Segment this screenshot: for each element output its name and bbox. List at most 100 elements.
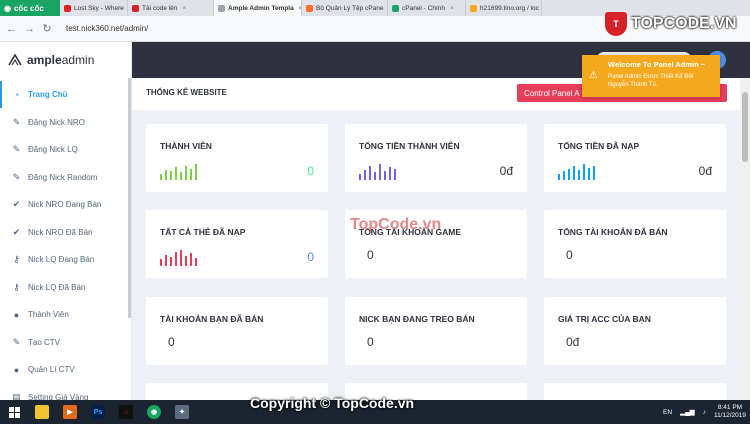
sidebar-item[interactable]: ▤ Setting Giá Vàng xyxy=(0,384,131,401)
tab-favicon-icon xyxy=(64,4,71,12)
sparkline-bar xyxy=(583,164,585,180)
sparkline-bar xyxy=(573,165,575,180)
taskbar-tool[interactable]: ✦ xyxy=(168,400,196,424)
tab-label: Ample Admin Templa xyxy=(228,4,294,12)
topcode-watermark: T TOPCODE.VN xyxy=(605,11,745,37)
sidebar-item[interactable]: ✔ Nick NRO Đang Bán xyxy=(0,191,131,218)
sparkline-bar xyxy=(195,258,197,266)
sidebar-item-label: Thành Viên xyxy=(28,310,69,319)
browser-tab[interactable]: cPanel - Chính × xyxy=(388,0,466,16)
stat-card: TỔNG TÀI KHOẢN ĐÃ BÁN 0 xyxy=(544,210,726,278)
coccoc-icon: ◉ xyxy=(147,405,161,419)
tab-strip: Lost Sky - Where×Tải code lên×Ample Admi… xyxy=(60,0,542,16)
stat-card-value: 0 xyxy=(307,250,314,264)
stat-card-value: 0 xyxy=(307,164,314,178)
sidebar-item[interactable]: ✎ Tạo CTV xyxy=(0,329,131,356)
stat-card: TẤT CẢ THẺ ĐÃ NẠP 0 xyxy=(146,210,328,278)
settings-icon: ▤ xyxy=(12,391,21,401)
edit-icon: ✎ xyxy=(12,171,21,182)
stat-card-value: 0 xyxy=(367,335,374,349)
sidebar: ◔ Trang Chủ ✎ Đăng Nick NRO ✎ Đăng Nick LQ ✎ Đă… xyxy=(0,78,132,400)
user-icon: ● xyxy=(13,364,20,375)
watermark-center-text: TopCode.vn xyxy=(350,216,442,233)
browser-tab[interactable]: Lost Sky - Where× xyxy=(60,0,128,16)
edit-icon: ✎ xyxy=(12,144,21,154)
sparkline-chart xyxy=(160,162,197,180)
stat-card-value: 0đ xyxy=(698,164,712,178)
tab-favicon-icon xyxy=(132,4,139,12)
back-icon[interactable]: ← xyxy=(6,23,17,35)
system-tray: EN ▂▄▆ ♪ 8:41 PM 11/12/2019 xyxy=(663,400,746,424)
sparkline-bar xyxy=(568,168,570,180)
sidebar-item-label: Đăng Nick LQ xyxy=(28,145,78,154)
page-scrollbar-thumb[interactable] xyxy=(742,92,748,162)
forward-icon[interactable]: → xyxy=(24,23,35,35)
stat-card-title: TỔNG TÀI KHOẢN ĐÃ BÁN xyxy=(558,227,668,237)
logo[interactable]: ampleadmin xyxy=(0,42,132,78)
toast-title: Welcome To Panel Admin ~ xyxy=(608,60,706,69)
sparkline-bar xyxy=(190,253,192,266)
sidebar-item-label: Tạo CTV xyxy=(28,337,61,347)
browser-brand[interactable]: ◉ cốc cốc xyxy=(0,0,60,16)
tab-favicon-icon xyxy=(392,4,399,12)
sparkline-bar xyxy=(563,171,565,180)
stat-card-title: TẤT CẢ THẺ ĐÃ NẠP xyxy=(160,227,246,237)
sparkline-bar xyxy=(170,171,172,180)
sidebar-item[interactable]: ⚷ Nick LQ Đang Bán xyxy=(0,246,131,273)
sparkline-bar xyxy=(364,170,366,180)
sidebar-item-label: Quản Lí CTV xyxy=(28,365,75,374)
sparkline-bar xyxy=(379,164,381,180)
sidebar-item[interactable]: ✎ Đăng Nick NRO xyxy=(0,109,131,136)
sidebar-item[interactable]: ✔ Nick NRO Đã Bán xyxy=(0,219,131,246)
sparkline-bar xyxy=(180,172,182,180)
topcode-shield-icon: T xyxy=(605,12,627,36)
browser-brand-label: cốc cốc xyxy=(13,3,44,13)
taskbar-coccoc[interactable]: ◉ xyxy=(140,400,168,424)
taskbar-explorer[interactable] xyxy=(28,400,56,424)
network-icon[interactable]: ▂▄▆ xyxy=(680,408,695,416)
app-icon: ⌂ xyxy=(119,405,133,419)
url-field[interactable]: test.nick360.net/admin/ xyxy=(66,24,148,33)
clock[interactable]: 8:41 PM 11/12/2019 xyxy=(714,404,746,420)
stat-card: TỔNG TIỀN ĐÃ NẠP 0đ xyxy=(544,124,726,192)
reload-icon[interactable]: ↻ xyxy=(42,22,52,35)
clock-date: 11/12/2019 xyxy=(713,412,746,419)
sidebar-item[interactable]: ✎ Đăng Nick LQ xyxy=(0,136,131,163)
speedometer-icon: ◔ xyxy=(13,89,20,100)
browser-tab[interactable]: Tải code lên × xyxy=(128,0,214,16)
sidebar-item[interactable]: ● Thành Viên xyxy=(0,301,131,328)
sidebar-item[interactable]: ⚷ Nick LQ Đã Bán xyxy=(0,274,131,301)
sidebar-item-label: Trang Chủ xyxy=(28,90,68,99)
sparkline-bar xyxy=(160,173,162,180)
tab-label: Lost Sky - Where xyxy=(74,4,124,12)
photoshop-icon: Ps xyxy=(91,405,105,419)
sparkline-bar xyxy=(593,166,595,180)
sidebar-item[interactable]: ◔ Trang Chủ xyxy=(0,81,131,108)
browser-tab[interactable]: Bộ Quản Lý Tệp cPane× xyxy=(302,0,388,16)
stat-card-title: GIÁ TRỊ ACC CỦA BẠN xyxy=(558,314,651,324)
language-indicator[interactable]: EN xyxy=(663,409,672,416)
sidebar-item-label: Nick NRO Đang Bán xyxy=(28,200,102,209)
taskbar-photoshop[interactable]: Ps xyxy=(84,400,112,424)
start-button[interactable] xyxy=(0,400,28,424)
welcome-toast[interactable]: ⚠ Welcome To Panel Admin ~ Panel Admin Đ… xyxy=(582,55,720,97)
stat-card-value: 0đ xyxy=(499,164,513,178)
page-scrollbar[interactable] xyxy=(740,78,750,400)
check-icon: ✔ xyxy=(12,199,21,209)
stat-card: NICK BẠN ĐANG TREO BÁN 0 xyxy=(345,297,527,365)
browser-tab[interactable]: Ample Admin Templa× xyxy=(214,0,302,16)
key-icon: ⚷ xyxy=(13,281,20,292)
browser-tab[interactable]: h21699.tino.org / loc× xyxy=(466,0,542,16)
sidebar-item[interactable]: ● Quản Lí CTV xyxy=(0,356,131,383)
toast-message: Panel Admin Được Thiết Kế Bởi Nguyễn Thà… xyxy=(608,74,694,88)
edit-icon: ✎ xyxy=(12,116,21,127)
tab-close-icon[interactable]: × xyxy=(182,5,186,12)
stat-card-value: 0 xyxy=(168,335,175,349)
taskbar-media[interactable]: ▶ xyxy=(56,400,84,424)
check-icon: ✔ xyxy=(12,226,21,237)
volume-icon[interactable]: ♪ xyxy=(703,409,706,416)
taskbar-app[interactable]: ⌂ xyxy=(112,400,140,424)
stat-card-title: TỔNG TIỀN THÀNH VIÊN xyxy=(359,141,460,151)
sidebar-item[interactable]: ✎ Đăng Nick Random xyxy=(0,164,131,191)
tab-close-icon[interactable]: × xyxy=(450,5,454,12)
